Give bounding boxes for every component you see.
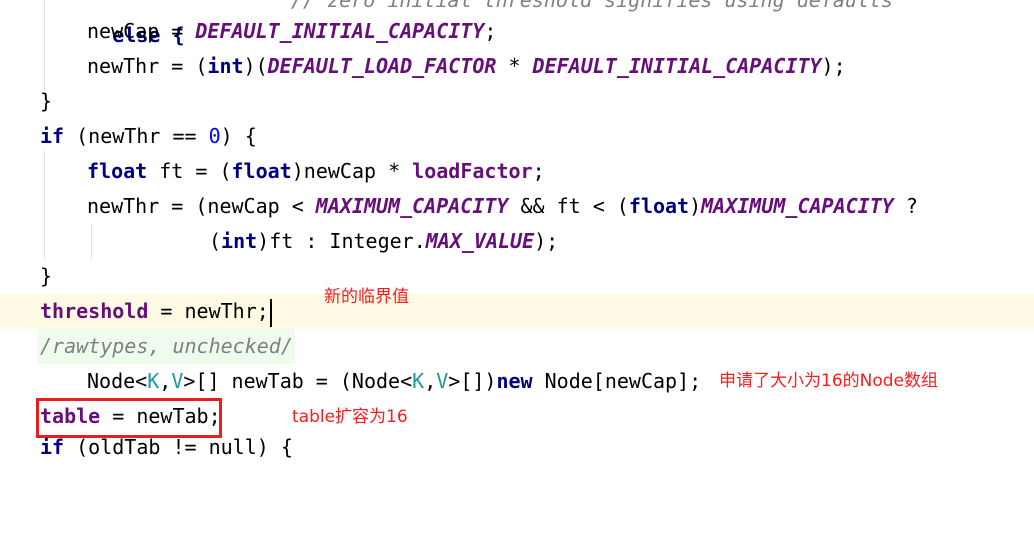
code-token: Node[newCap];	[532, 369, 702, 393]
code-token: );	[821, 54, 846, 78]
code-token: Node<	[87, 369, 148, 393]
code-token: )ft : Integer.	[257, 229, 426, 253]
annotation-highlight-box	[36, 398, 222, 438]
annotation-node-array: 申请了大小为16的Node数组	[719, 371, 938, 391]
code-token: 0	[208, 124, 221, 148]
code-line[interactable]: newThr = (int)(DEFAULT_LOAD_FACTOR * DEF…	[0, 49, 1034, 84]
code-token: )	[689, 194, 702, 218]
code-editor[interactable]: else { // zero initial threshold signifi…	[0, 0, 1034, 459]
code-token: )newCap *	[291, 159, 413, 183]
code-token: V	[436, 369, 449, 393]
code-token: float	[628, 194, 690, 218]
code-token: && ft < (	[508, 194, 629, 218]
annotation-new-threshold: 新的临界值	[324, 287, 409, 307]
code-token: newThr = (newCap <	[87, 194, 316, 218]
code-token: ,	[159, 369, 172, 393]
code-token: DEFAULT_INITIAL_CAPACITY	[532, 54, 822, 78]
code-token: int	[207, 54, 244, 78]
code-token: }	[40, 264, 53, 288]
code-token: MAXIMUM_CAPACITY	[315, 194, 509, 218]
code-line[interactable]: newCap = DEFAULT_INITIAL_CAPACITY;	[0, 14, 1034, 49]
code-token: ) {	[220, 124, 257, 148]
code-token: DEFAULT_INITIAL_CAPACITY	[195, 19, 485, 43]
code-token: if	[40, 124, 65, 148]
code-token: }	[40, 89, 53, 113]
code-token: (newThr ==	[64, 124, 209, 148]
code-token: ft = (	[147, 159, 232, 183]
code-token: int	[221, 229, 258, 253]
code-token: DEFAULT_LOAD_FACTOR	[267, 54, 497, 78]
code-line[interactable]: }	[0, 259, 1034, 294]
code-token: MAXIMUM_CAPACITY	[701, 194, 894, 218]
code-line[interactable]: if (newThr == 0) {	[0, 119, 1034, 154]
code-token: float	[231, 159, 292, 183]
code-token: >[])	[448, 369, 497, 393]
code-token: newThr = (	[87, 54, 208, 78]
code-token: ,	[424, 369, 437, 393]
code-token: );	[534, 229, 559, 253]
code-token: V	[171, 369, 184, 393]
code-token: )(	[243, 54, 268, 78]
code-token: ?	[893, 194, 918, 218]
code-token: threshold	[40, 299, 149, 323]
code-token: float	[87, 159, 148, 183]
code-token: (oldTab != null) {	[64, 435, 293, 459]
code-token: if	[40, 435, 65, 459]
code-token: new	[496, 369, 533, 393]
code-token: K	[147, 369, 160, 393]
suppress-warnings-fold[interactable]: /rawtypes, unchecked/	[38, 329, 295, 364]
annotation-table-expand: table扩容为16	[292, 407, 408, 427]
code-token: = newThr;	[148, 299, 269, 323]
code-line[interactable]: /rawtypes, unchecked/	[0, 329, 1034, 364]
code-token: loadFactor	[412, 159, 533, 183]
code-line[interactable]: (int)ft : Integer.MAX_VALUE);	[0, 224, 1034, 259]
code-line[interactable]: }	[0, 84, 1034, 119]
code-token: newCap =	[87, 19, 196, 43]
code-line[interactable]: float ft = (float)newCap * loadFactor;	[0, 154, 1034, 189]
text-caret	[269, 298, 272, 327]
current-code-line[interactable]: threshold = newThr;	[0, 294, 1034, 329]
code-token: ;	[484, 19, 497, 43]
code-token: MAX_VALUE	[425, 229, 535, 253]
code-token: >[] newTab = (Node<	[183, 369, 413, 393]
code-token: *	[496, 54, 533, 78]
code-line[interactable]: newThr = (newCap < MAXIMUM_CAPACITY && f…	[0, 189, 1034, 224]
code-token: K	[412, 369, 425, 393]
code-token: (	[209, 229, 222, 253]
code-token: ;	[532, 159, 545, 183]
